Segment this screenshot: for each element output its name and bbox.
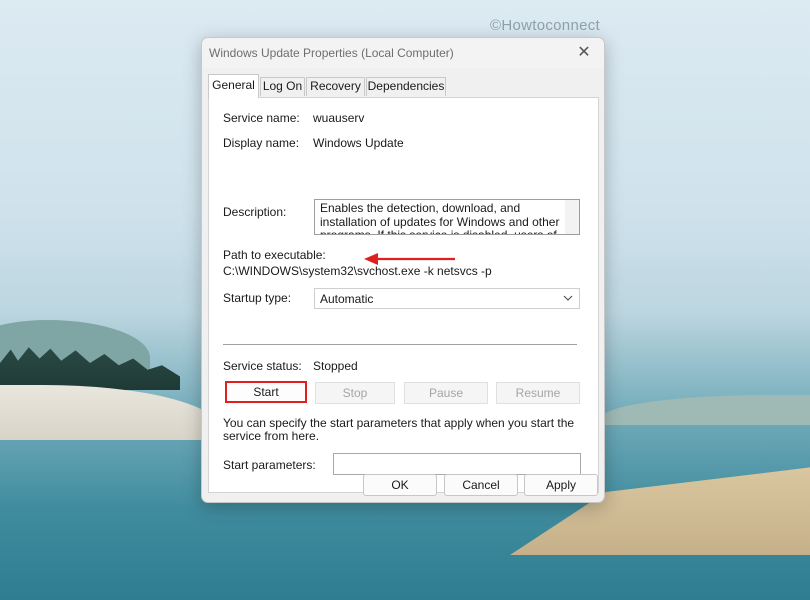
path-label: Path to executable: [223, 248, 326, 262]
service-status-value: Stopped [313, 359, 358, 373]
start-parameters-input[interactable] [333, 453, 581, 475]
startup-type-value: Automatic [320, 292, 374, 306]
service-name-value: wuauserv [313, 111, 365, 125]
tab-dependencies[interactable]: Dependencies [366, 77, 446, 96]
startup-type-select[interactable]: Automatic [314, 288, 580, 309]
tab-general[interactable]: General [208, 74, 259, 98]
stop-button[interactable]: Stop [315, 382, 395, 404]
pause-button[interactable]: Pause [404, 382, 488, 404]
startup-type-label: Startup type: [223, 291, 292, 305]
tab-log-on[interactable]: Log On [260, 77, 305, 96]
close-icon[interactable]: ✕ [574, 43, 594, 63]
tab-recovery[interactable]: Recovery [306, 77, 365, 96]
display-name-label: Display name: [223, 136, 300, 150]
apply-button[interactable]: Apply [524, 474, 598, 496]
title-bar: Windows Update Properties (Local Compute… [202, 38, 604, 68]
description-value: Enables the detection, download, and ins… [320, 201, 560, 235]
general-tab-panel: Service name: wuauserv Display name: Win… [208, 97, 599, 493]
ok-button[interactable]: OK [363, 474, 437, 496]
start-parameters-label: Start parameters: [223, 458, 316, 472]
service-name-label: Service name: [223, 111, 300, 125]
properties-dialog: Windows Update Properties (Local Compute… [201, 37, 605, 503]
annotation-arrow-icon [364, 253, 455, 265]
resume-button[interactable]: Resume [496, 382, 580, 404]
path-value: C:\WINDOWS\system32\svchost.exe -k netsv… [223, 264, 492, 278]
start-button[interactable]: Start [225, 381, 307, 403]
wallpaper-far-shore [600, 395, 810, 425]
start-parameters-help: You can specify the start parameters tha… [223, 416, 575, 443]
chevron-down-icon [563, 295, 573, 301]
description-field[interactable]: Enables the detection, download, and ins… [314, 199, 580, 235]
dialog-title: Windows Update Properties (Local Compute… [209, 46, 454, 60]
cancel-button[interactable]: Cancel [444, 474, 518, 496]
watermark: ©Howtoconnect [490, 17, 601, 34]
display-name-value: Windows Update [313, 136, 404, 150]
section-divider [223, 344, 577, 345]
description-label: Description: [223, 205, 287, 219]
service-status-label: Service status: [223, 359, 302, 373]
wallpaper-dune [0, 385, 220, 440]
description-scrollbar[interactable] [565, 200, 579, 234]
